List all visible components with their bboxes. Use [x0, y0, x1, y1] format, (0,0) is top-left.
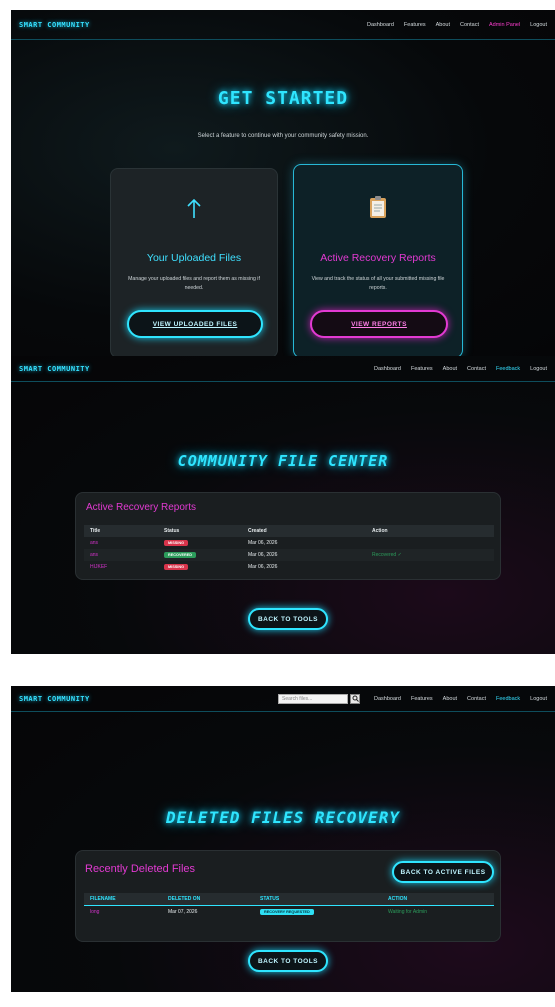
row-deleted-on: Mar 07, 2026 [168, 909, 198, 915]
row-action: Recovered ✓ [372, 552, 402, 558]
nav-links: Search files... Dashboard Features About… [278, 693, 547, 704]
nav-dashboard[interactable]: Dashboard [367, 22, 394, 28]
back-to-tools-button[interactable]: BACK TO TOOLS [248, 950, 328, 972]
reports-table: Title Status Created Action ans MISSING … [84, 525, 494, 573]
back-to-active-files-button[interactable]: BACK TO ACTIVE FILES [392, 861, 494, 883]
active-recovery-reports-card: Active Recovery Reports View and track t… [293, 164, 463, 356]
card-heading: Your Uploaded Files [146, 252, 242, 264]
deleted-files-table: FILENAME DELETED ON STATUS ACTION long M… [84, 893, 494, 918]
status-badge: MISSING [164, 564, 189, 570]
col-created: Created [248, 528, 267, 534]
page-title: DELETED FILES RECOVERY [166, 808, 400, 827]
row-created: Mar 06, 2026 [248, 552, 278, 558]
view-uploaded-files-button[interactable]: VIEW UPLOADED FILES [127, 310, 263, 338]
nav-dashboard[interactable]: Dashboard [374, 696, 401, 702]
up-arrow-icon [111, 198, 277, 224]
table-header-row: Title Status Created Action [84, 525, 494, 537]
table-header-row: FILENAME DELETED ON STATUS ACTION [84, 893, 494, 906]
uploaded-files-card: Your Uploaded Files Manage your uploaded… [110, 168, 278, 356]
back-to-tools-button[interactable]: BACK TO TOOLS [248, 608, 328, 630]
page-title: GET STARTED [217, 88, 349, 109]
brand-logo[interactable]: SMART COMMUNITY [19, 21, 90, 29]
nav-links: Dashboard Features About Contact Feedbac… [374, 366, 547, 372]
panel-title: Active Recovery Reports [86, 502, 197, 513]
row-title[interactable]: ans [84, 537, 158, 549]
table-row: long Mar 07, 2026 RECOVERY REQUESTED Wai… [84, 906, 494, 919]
row-created: Mar 06, 2026 [248, 564, 278, 570]
nav-dashboard[interactable]: Dashboard [374, 366, 401, 372]
nav-admin-panel[interactable]: Admin Panel [489, 22, 520, 28]
nav-contact[interactable]: Contact [467, 366, 486, 372]
card-description: Manage your uploaded files and report th… [128, 276, 260, 291]
col-action: ACTION [388, 896, 408, 902]
col-status: STATUS [260, 896, 280, 902]
nav-logout[interactable]: Logout [530, 22, 547, 28]
panel-title: Recently Deleted Files [85, 863, 196, 875]
top-nav: SMART COMMUNITY Search files... Dashboar… [11, 686, 555, 712]
active-reports-panel: Active Recovery Reports Title Status Cre… [75, 492, 501, 580]
nav-contact[interactable]: Contact [460, 22, 479, 28]
top-nav: SMART COMMUNITY Dashboard Features About… [11, 10, 555, 40]
search-input[interactable]: Search files... [278, 693, 349, 704]
screen-community-file-center: SMART COMMUNITY Dashboard Features About… [11, 356, 555, 654]
row-title[interactable]: ans [84, 549, 158, 561]
col-filename: FILENAME [90, 896, 116, 902]
table-row: ans MISSING Mar 06, 2026 [84, 537, 494, 549]
nav-features[interactable]: Features [411, 696, 433, 702]
status-badge: MISSING [164, 540, 189, 546]
nav-feedback[interactable]: Feedback [496, 366, 520, 372]
row-action: Waiting for Admin [388, 909, 427, 915]
brand-logo[interactable]: SMART COMMUNITY [19, 695, 90, 703]
table-row: ans RECOVERED Mar 06, 2026 Recovered ✓ [84, 549, 494, 561]
deleted-files-panel: Recently Deleted Files BACK TO ACTIVE FI… [75, 850, 501, 942]
nav-logout[interactable]: Logout [530, 366, 547, 372]
nav-links: Dashboard Features About Contact Admin P… [367, 22, 547, 28]
col-title: Title [90, 528, 101, 534]
nav-features[interactable]: Features [411, 366, 433, 372]
col-status: Status [164, 528, 180, 534]
row-action [366, 537, 494, 549]
view-reports-button[interactable]: VIEW REPORTS [310, 310, 448, 338]
nav-logout[interactable]: Logout [530, 696, 547, 702]
card-heading: Active Recovery Reports [320, 252, 436, 264]
top-nav: SMART COMMUNITY Dashboard Features About… [11, 356, 555, 382]
status-badge: RECOVERED [164, 552, 197, 558]
nav-about[interactable]: About [436, 22, 450, 28]
row-created: Mar 06, 2026 [248, 540, 278, 546]
page-subtitle: Select a feature to continue with your c… [197, 133, 369, 139]
nav-contact[interactable]: Contact [467, 696, 486, 702]
page-title: COMMUNITY FILE CENTER [177, 452, 389, 470]
col-action: Action [372, 528, 388, 534]
nav-about[interactable]: About [443, 366, 457, 372]
search-button[interactable] [350, 693, 361, 704]
search-icon [352, 695, 359, 702]
nav-features[interactable]: Features [404, 22, 426, 28]
row-filename: long [90, 909, 100, 915]
card-description: View and track the status of all your su… [311, 276, 445, 291]
table-row: HIJKEF MISSING Mar 06, 2026 [84, 561, 494, 573]
row-action [366, 561, 494, 573]
screen-deleted-files-recovery: SMART COMMUNITY Search files... Dashboar… [11, 686, 555, 992]
nav-feedback[interactable]: Feedback [496, 696, 520, 702]
brand-logo[interactable]: SMART COMMUNITY [19, 365, 90, 373]
search-bar: Search files... [278, 693, 361, 704]
nav-about[interactable]: About [443, 696, 457, 702]
row-title[interactable]: HIJKEF [84, 561, 158, 573]
screen-get-started: SMART COMMUNITY Dashboard Features About… [11, 10, 555, 356]
clipboard-icon [294, 195, 462, 224]
col-deleted-on: DELETED ON [168, 896, 201, 902]
status-badge: RECOVERY REQUESTED [260, 909, 314, 915]
